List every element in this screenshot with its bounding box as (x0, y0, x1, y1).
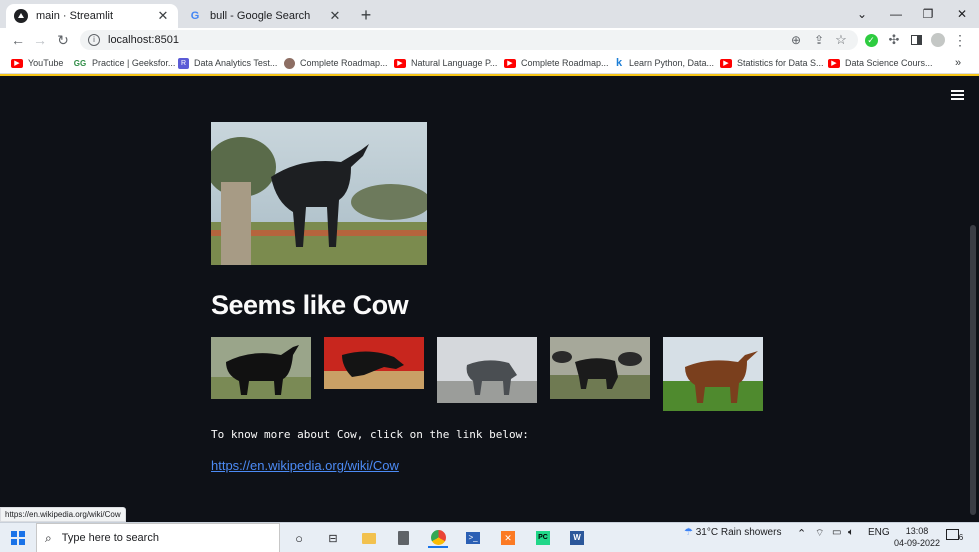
tab-strip: main · Streamlit ✕ G bull - Google Searc… (0, 0, 979, 28)
search-icon: ⌕ (45, 530, 52, 545)
url-text: localhost:8501 (108, 34, 179, 46)
taskbar-search-box[interactable]: ⌕ Type here to search (36, 523, 280, 552)
google-icon: G (190, 10, 200, 22)
cortana-icon[interactable]: ○ (290, 528, 308, 548)
powershell-icon[interactable]: >_ (464, 528, 482, 548)
bull-main-image (211, 122, 427, 265)
file-explorer-icon[interactable] (360, 528, 378, 548)
calculator-icon[interactable] (394, 528, 412, 548)
language-indicator[interactable]: ENG (868, 527, 890, 538)
clock[interactable]: 13:08 04-09-2022 (894, 525, 940, 549)
browser-toolbar: ← → ↻ i localhost:8501 ⊕ ⇪ ☆ ✓ ✣ ⋮ (0, 28, 979, 52)
bookmark-label: Complete Roadmap... (521, 58, 609, 68)
page-heading: Seems like Cow (211, 290, 409, 320)
bookmark-youtube[interactable]: ▶ YouTube (11, 56, 63, 70)
windows-taskbar: ⌕ Type here to search ○ ⊟ >_ ✕ PC W ☂ 31… (0, 522, 979, 552)
bull-thumbnail-1 (211, 337, 311, 399)
avatar-icon (284, 57, 295, 69)
search-placeholder: Type here to search (61, 532, 159, 544)
new-tab-button[interactable]: + (356, 5, 376, 25)
bookmark-learn-python[interactable]: k Learn Python, Data... (614, 56, 714, 70)
bookmark-natural-language[interactable]: ▶ Natural Language P... (394, 56, 497, 70)
tab-title: main · Streamlit (36, 10, 114, 22)
menu-kebab-icon[interactable]: ⋮ (950, 30, 970, 50)
bookmark-complete-roadmap-1[interactable]: Complete Roadmap... (284, 56, 388, 70)
close-tab-icon[interactable]: ✕ (156, 9, 170, 23)
clock-time: 13:08 (905, 526, 929, 536)
task-view-icon[interactable]: ⊟ (324, 528, 342, 548)
battery-icon[interactable]: ▭ (832, 527, 841, 538)
browser-window: main · Streamlit ✕ G bull - Google Searc… (0, 0, 979, 552)
tab-title: bull - Google Search (210, 10, 311, 22)
windows-start-icon[interactable] (8, 528, 28, 548)
bull-thumbnail-5 (663, 337, 763, 411)
reload-icon[interactable]: ↻ (53, 30, 73, 50)
bookmark-label: Learn Python, Data... (629, 58, 715, 68)
youtube-icon: ▶ (394, 58, 406, 68)
bookmarks-bar: ▶ YouTube GG Practice | Geeksfor... R Da… (0, 52, 979, 74)
chrome-icon[interactable] (428, 528, 448, 548)
status-url-bubble: https://en.wikipedia.org/wiki/Cow (0, 507, 126, 522)
streamlit-icon (14, 9, 28, 23)
streamlit-running-bar (0, 74, 979, 76)
hamburger-menu-icon[interactable] (951, 90, 964, 100)
bookmark-label: Complete Roadmap... (300, 58, 388, 68)
bookmark-data-analytics[interactable]: R Data Analytics Test... (178, 56, 277, 70)
youtube-icon: ▶ (720, 58, 732, 68)
bookmark-label: Practice | Geeksfor... (92, 58, 176, 68)
pycharm-icon[interactable]: PC (534, 528, 552, 548)
info-text: To know more about Cow, click on the lin… (211, 428, 529, 441)
bookmark-complete-roadmap-2[interactable]: ▶ Complete Roadmap... (504, 56, 609, 70)
r-icon: R (178, 57, 189, 69)
bookmark-label: Natural Language P... (411, 58, 498, 68)
bookmark-statistics[interactable]: ▶ Statistics for Data S... (720, 56, 824, 70)
wikipedia-link[interactable]: https://en.wikipedia.org/wiki/Cow (211, 458, 399, 473)
bookmark-label: YouTube (28, 58, 64, 68)
bookmark-star-icon[interactable]: ☆ (831, 30, 851, 50)
notification-center-icon[interactable]: 6 (946, 529, 963, 543)
forward-arrow-icon[interactable]: → (30, 30, 50, 50)
extensions-puzzle-icon[interactable]: ✣ (884, 30, 904, 50)
volume-icon[interactable]: 🔈︎ (848, 527, 854, 538)
bookmark-geeksforgeeks[interactable]: GG Practice | Geeksfor... (73, 56, 176, 70)
close-tab-icon[interactable]: ✕ (328, 9, 342, 23)
bookmark-label: Data Science Cours... (845, 58, 933, 68)
bull-thumbnail-3 (437, 337, 537, 403)
youtube-icon: ▶ (828, 58, 840, 68)
tab-google-search[interactable]: G bull - Google Search ✕ (180, 4, 350, 28)
weather-icon: ☂ (684, 527, 693, 538)
youtube-icon: ▶ (504, 58, 516, 68)
minimize-button[interactable]: — (879, 0, 913, 28)
word-icon[interactable]: W (568, 528, 586, 548)
address-bar[interactable]: i localhost:8501 (80, 30, 858, 50)
geeksforgeeks-icon: GG (73, 58, 87, 68)
bookmark-label: Data Analytics Test... (194, 58, 278, 68)
site-info-icon[interactable]: i (88, 34, 100, 46)
bookmark-data-science[interactable]: ▶ Data Science Cours... (828, 56, 933, 70)
clock-date: 04-09-2022 (894, 538, 941, 548)
zoom-icon[interactable]: ⊕ (786, 30, 806, 50)
side-panel-icon[interactable] (906, 30, 926, 50)
bookmark-label: Statistics for Data S... (737, 58, 824, 68)
k-icon: k (615, 57, 623, 69)
close-window-button[interactable]: ✕ (945, 0, 979, 28)
xampp-icon[interactable]: ✕ (499, 528, 517, 548)
bull-thumbnail-2 (324, 337, 424, 389)
back-arrow-icon[interactable]: ← (8, 30, 28, 50)
profile-avatar-icon[interactable] (928, 30, 948, 50)
notification-count: 6 (958, 533, 964, 542)
youtube-icon: ▶ (11, 58, 23, 68)
bull-thumbnail-4 (550, 337, 650, 399)
show-hidden-icons-chevron-icon[interactable]: ⌃ (797, 527, 806, 540)
weather-text: 31°C Rain showers (695, 527, 782, 538)
tab-streamlit[interactable]: main · Streamlit ✕ (6, 4, 178, 28)
share-icon[interactable]: ⇪ (809, 30, 829, 50)
more-bookmarks-button[interactable]: » (955, 56, 961, 70)
tab-search-icon[interactable]: ⌄ (845, 0, 879, 28)
restore-button[interactable]: ❐ (911, 0, 945, 28)
scrollbar[interactable] (970, 225, 976, 515)
network-icon[interactable]: ⌔ (815, 527, 824, 540)
extension-check-icon[interactable]: ✓ (861, 30, 881, 50)
weather-widget[interactable]: ☂ 31°C Rain showers (684, 527, 781, 538)
